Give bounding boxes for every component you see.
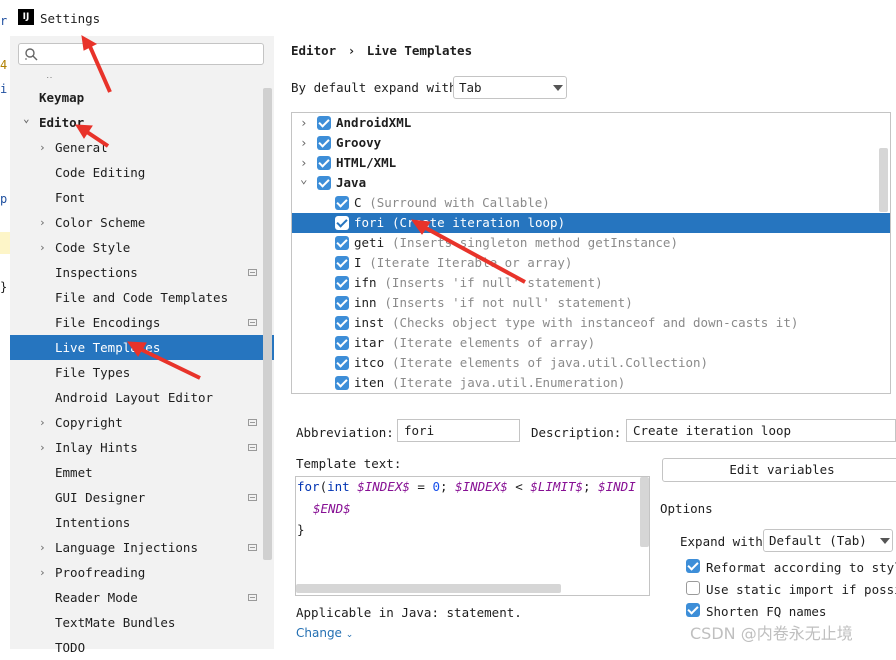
annotation-arrows [75, 35, 526, 380]
arrow-icon [81, 35, 98, 51]
watermark: CSDN @内卷永无止境 [690, 624, 853, 643]
arrow-icon [137, 346, 201, 380]
arrow-icon [86, 41, 112, 93]
arrow-icon [421, 224, 526, 284]
